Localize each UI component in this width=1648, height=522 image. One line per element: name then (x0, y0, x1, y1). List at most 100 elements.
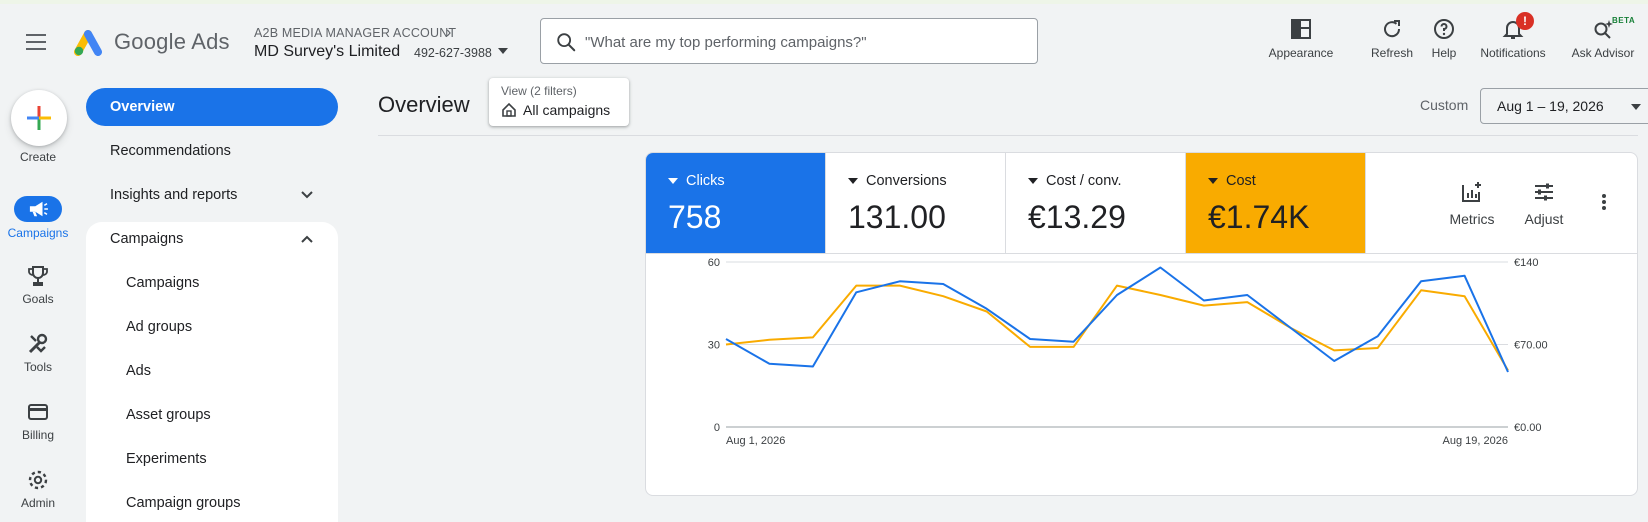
divider (378, 135, 1638, 136)
y-left-tick-label: 30 (708, 340, 720, 352)
rail-item-goals[interactable]: Goals (0, 264, 76, 306)
rail-label-tools: Tools (23, 360, 52, 374)
date-range-picker[interactable]: Aug 1 – 19, 2026 (1480, 88, 1648, 124)
help-icon (1434, 19, 1454, 39)
tune-icon (1535, 183, 1553, 201)
gear-icon (28, 470, 48, 490)
google-ads-logo-icon (74, 30, 102, 56)
ask-advisor-button[interactable]: BETA Ask Advisor (1566, 16, 1640, 60)
rail-item-billing[interactable]: Billing (0, 400, 76, 442)
metric-tile-conversions[interactable]: Conversions 131.00 (826, 153, 1006, 254)
rail-label-admin: Admin (20, 496, 55, 510)
dropdown-icon (668, 178, 678, 184)
ask-advisor-label: Ask Advisor (1571, 46, 1635, 60)
rail-item-admin[interactable]: Admin (0, 468, 76, 510)
top-header: Google Ads A2B MEDIA MANAGER ACCOUNT › M… (0, 4, 1648, 76)
metric-name: Clicks (668, 173, 725, 189)
x-start-tick-label: Aug 1, 2026 (726, 435, 785, 447)
dropdown-icon (848, 178, 858, 184)
y-right-tick-label: €140 (1514, 257, 1538, 269)
dropdown-icon (1028, 178, 1038, 184)
nav-label: Overview (110, 99, 175, 115)
home-icon (502, 102, 516, 117)
search-input[interactable] (583, 19, 1027, 65)
view-filter-button[interactable]: View (2 filters) All campaigns (489, 78, 629, 126)
menu-icon[interactable] (26, 34, 46, 50)
notifications-label: Notifications (1480, 46, 1546, 60)
notification-badge: ! (1516, 12, 1534, 30)
rail-item-campaigns[interactable]: Campaigns (0, 196, 76, 240)
megaphone-icon (29, 201, 48, 217)
rail-label-goals: Goals (22, 292, 54, 306)
appearance-button[interactable]: Appearance (1262, 16, 1340, 60)
metric-name: Cost (1208, 173, 1256, 189)
nav-item-recommendations[interactable]: Recommendations (86, 132, 338, 170)
y-right-tick-label: €0.00 (1514, 422, 1542, 434)
create-button[interactable] (11, 90, 67, 146)
nav-item-campaign-groups[interactable]: Campaign groups (86, 484, 338, 522)
nav-item-ads[interactable]: Ads (86, 352, 338, 390)
nav-label: Recommendations (110, 143, 231, 159)
nav-item-overview[interactable]: Overview (86, 88, 338, 126)
date-range-value: Aug 1 – 19, 2026 (1497, 98, 1604, 114)
nav-item-ad-groups[interactable]: Ad groups (86, 308, 338, 346)
nav-item-insights-and-reports[interactable]: Insights and reports (86, 176, 338, 214)
trophy-icon (28, 266, 48, 286)
help-button[interactable]: Help (1424, 16, 1464, 60)
create-label: Create (19, 150, 57, 164)
nav-item-experiments[interactable]: Experiments (86, 440, 338, 478)
tile-toolbar (1366, 153, 1637, 254)
metric-tile-cost-per-conv[interactable]: Cost / conv. €13.29 (1006, 153, 1186, 254)
nav-label: Experiments (126, 451, 207, 467)
nav-item-asset-groups[interactable]: Asset groups (86, 396, 338, 434)
account-dropdown-icon[interactable] (498, 48, 508, 54)
y-right-tick-label: €70.00 (1514, 340, 1548, 352)
search-box[interactable] (540, 18, 1038, 65)
refresh-icon (1384, 20, 1401, 38)
nav-label: Ads (126, 363, 151, 379)
dropdown-icon (1208, 178, 1218, 184)
google-ads-logo[interactable]: Google Ads (74, 28, 230, 56)
nav-label: Ad groups (126, 319, 193, 335)
metric-tile-clicks[interactable]: Clicks 758 (646, 153, 826, 254)
nav-label: Campaigns (110, 231, 184, 247)
nav-label: Campaign groups (126, 495, 241, 511)
more-vert-icon[interactable] (1601, 193, 1607, 216)
rail-label-campaigns: Campaigns (7, 226, 69, 240)
metric-name: Conversions (848, 173, 947, 189)
performance-card: Clicks 758 Conversions 131.00 Cost / con… (645, 152, 1638, 496)
rail-item-tools[interactable]: Tools (0, 332, 76, 374)
adjust-label: Adjust (1524, 211, 1564, 227)
nav-label: Asset groups (126, 407, 211, 423)
account-label: A2B MEDIA MANAGER ACCOUNT (254, 26, 457, 40)
rail-label-billing: Billing (21, 428, 54, 442)
metric-value: €1.74K (1208, 199, 1310, 235)
performance-line-chart: 0 €0.00 30 €70.00 60 €140 Aug 1, 2026 Aug 19, 2… (708, 257, 1548, 447)
metric-tile-cost[interactable]: Cost €1.74K (1186, 153, 1366, 254)
series-line-clicks (725, 266, 1509, 373)
adjust-button[interactable]: Adjust (1518, 179, 1570, 227)
add-chart-icon (1462, 182, 1481, 202)
account-name[interactable]: MD Survey's Limited (254, 43, 400, 61)
nav-item-campaigns[interactable]: Campaigns (86, 264, 338, 302)
nav-label: Insights and reports (110, 187, 238, 203)
metrics-button[interactable]: Metrics (1444, 179, 1500, 227)
search-icon (557, 33, 576, 52)
view-filters-label: View (2 filters) (501, 84, 577, 98)
page-title: Overview (378, 92, 470, 117)
notifications-button[interactable]: ! Notifications (1474, 12, 1552, 60)
chevron-right-icon[interactable]: › (446, 24, 451, 42)
metric-name: Cost / conv. (1028, 173, 1121, 189)
refresh-label: Refresh (1370, 46, 1414, 60)
card-icon (28, 404, 48, 420)
appearance-label: Appearance (1268, 46, 1334, 60)
metric-value: 758 (668, 199, 722, 235)
beta-tag: BETA (1612, 16, 1636, 25)
brand-name: Google Ads (114, 29, 230, 54)
metrics-label: Metrics (1449, 211, 1495, 227)
nav-item-campaigns-group[interactable]: Campaigns (86, 220, 338, 258)
chevron-up-icon (301, 235, 313, 243)
tools-icon (28, 333, 48, 354)
nav-label: Campaigns (126, 275, 200, 291)
refresh-button[interactable]: Refresh (1364, 16, 1420, 60)
